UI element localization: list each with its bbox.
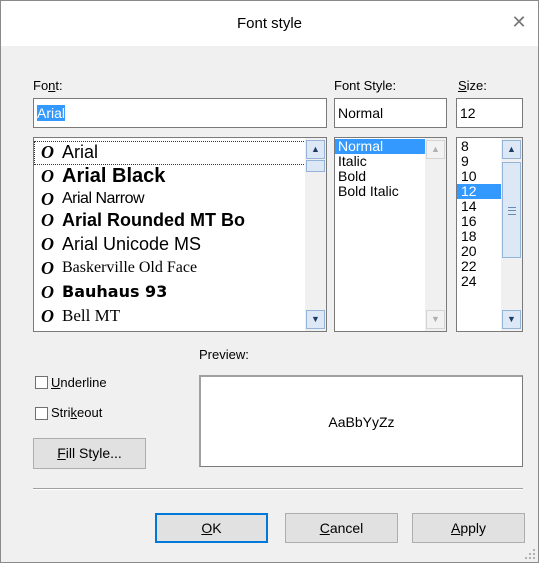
list-item[interactable]: O Arial bbox=[34, 141, 326, 165]
font-style-label: Font Style: bbox=[334, 78, 397, 93]
truetype-icon: O bbox=[41, 306, 54, 326]
scroll-thumb[interactable] bbox=[502, 162, 521, 258]
font-style-list[interactable]: Normal Italic Bold Bold Italic ▲ ▼ bbox=[334, 137, 447, 332]
truetype-icon: O bbox=[41, 166, 54, 186]
truetype-icon: O bbox=[41, 258, 54, 278]
apply-button[interactable]: Apply bbox=[412, 513, 525, 543]
preview-box: AaBbYyZz bbox=[199, 375, 523, 467]
truetype-icon: O bbox=[41, 234, 54, 254]
grip-icon bbox=[508, 207, 516, 215]
ok-button[interactable]: OK bbox=[155, 513, 268, 543]
font-style-dialog: Font style ✕ Font: Font Style: Size: Ari… bbox=[0, 0, 539, 563]
list-item[interactable]: O Arial Rounded MT Bo bbox=[34, 209, 326, 233]
list-item[interactable]: O Arial Unicode MS bbox=[34, 233, 326, 257]
scroll-up-icon[interactable]: ▲ bbox=[306, 140, 325, 159]
list-item[interactable]: O Arial Black bbox=[34, 165, 326, 189]
scroll-down-icon[interactable]: ▼ bbox=[502, 310, 521, 329]
preview-label: Preview: bbox=[199, 347, 249, 362]
scroll-up-icon[interactable]: ▲ bbox=[502, 140, 521, 159]
dialog-title: Font style bbox=[236, 15, 303, 32]
list-item[interactable]: O Bell MT bbox=[34, 305, 326, 329]
size-input-value: 12 bbox=[460, 105, 476, 121]
preview-text: AaBbYyZz bbox=[328, 414, 395, 430]
list-item[interactable]: O Bauhaus 93 bbox=[34, 281, 326, 305]
scroll-thumb[interactable] bbox=[306, 160, 325, 172]
resize-grip-icon[interactable] bbox=[524, 548, 536, 560]
truetype-icon: O bbox=[41, 210, 54, 230]
size-list[interactable]: 8 9 10 12 14 16 18 20 22 24 ▲ ▼ bbox=[456, 137, 523, 332]
font-list[interactable]: O Arial O Arial Black O Arial Narrow O Arial… bbox=[33, 137, 327, 332]
font-style-scrollbar[interactable]: ▲ ▼ bbox=[425, 138, 446, 331]
scroll-down-icon[interactable]: ▼ bbox=[306, 310, 325, 329]
list-item[interactable]: O Arial Narrow bbox=[34, 189, 326, 209]
scroll-up-icon[interactable]: ▲ bbox=[426, 140, 445, 159]
truetype-icon: O bbox=[41, 142, 54, 162]
fill-style-button[interactable]: Fill Style... bbox=[33, 438, 146, 469]
size-label: Size: bbox=[458, 78, 487, 93]
font-input-value: Arial bbox=[37, 105, 66, 121]
scroll-down-icon[interactable]: ▼ bbox=[426, 310, 445, 329]
separator bbox=[33, 488, 523, 490]
size-list-scrollbar[interactable]: ▲ ▼ bbox=[501, 138, 522, 331]
strikeout-checkbox[interactable] bbox=[35, 407, 48, 420]
close-icon[interactable]: ✕ bbox=[508, 11, 530, 33]
size-input[interactable]: 12 bbox=[456, 98, 523, 128]
truetype-icon: O bbox=[41, 282, 54, 302]
underline-label[interactable]: Underline bbox=[51, 375, 107, 390]
list-item[interactable]: O Baskerville Old Face bbox=[34, 257, 326, 281]
font-label: Font: bbox=[33, 78, 63, 93]
strikeout-label[interactable]: Strikeout bbox=[51, 405, 102, 420]
title-bar: Font style ✕ bbox=[1, 1, 538, 46]
underline-checkbox[interactable] bbox=[35, 376, 48, 389]
truetype-icon: O bbox=[41, 189, 54, 209]
cancel-button[interactable]: Cancel bbox=[285, 513, 398, 543]
font-style-input-value: Normal bbox=[338, 105, 384, 121]
font-input[interactable]: Arial bbox=[33, 98, 327, 128]
font-list-scrollbar[interactable]: ▲ ▼ bbox=[305, 138, 326, 331]
font-style-input[interactable]: Normal bbox=[334, 98, 447, 128]
